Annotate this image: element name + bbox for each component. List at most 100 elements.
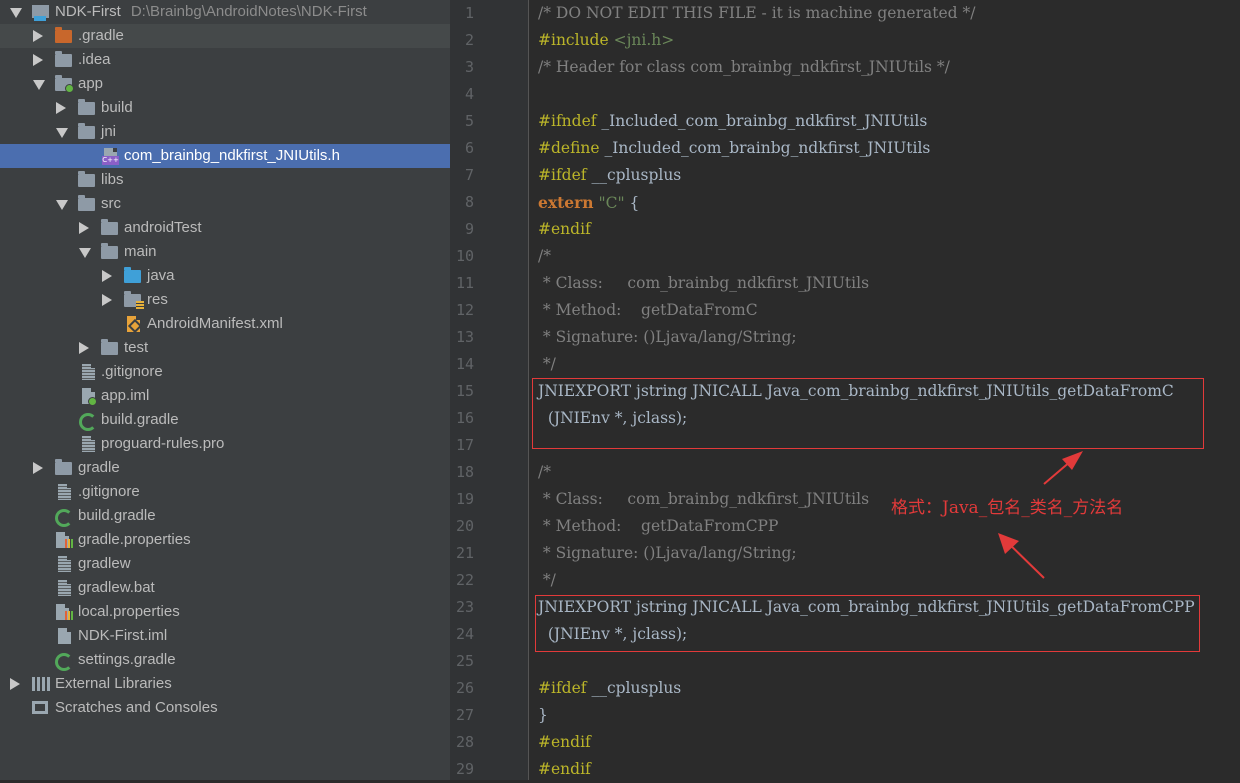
macro-name: _Included_com_brainbg_ndkfirst_JNIUtils — [599, 139, 931, 157]
code-line-24: (JNIEnv *, jclass); — [538, 625, 688, 643]
chevron-right-icon[interactable] — [56, 102, 66, 114]
line-number: 8 — [464, 193, 474, 211]
tree-item-app-iml[interactable]: app.iml — [0, 384, 450, 408]
tree-item-gradlew[interactable]: gradlew — [0, 552, 450, 576]
tree-item-main[interactable]: main — [0, 240, 450, 264]
line-number: 23 — [455, 598, 474, 616]
tree-item-gradlew-bat[interactable]: gradlew.bat — [0, 576, 450, 600]
line-number: 27 — [455, 706, 474, 724]
tree-item-label: src — [101, 195, 121, 212]
tree-item-build[interactable]: build — [0, 96, 450, 120]
chevron-right-icon[interactable] — [33, 462, 43, 474]
tree-item-label: main — [124, 243, 157, 260]
line-number: 20 — [455, 517, 474, 535]
tree-item-label: res — [147, 291, 168, 308]
chevron-right-icon[interactable] — [102, 294, 112, 306]
folder-icon — [78, 99, 95, 115]
tree-item-manifest[interactable]: AndroidManifest.xml — [0, 312, 450, 336]
folder-icon — [78, 171, 95, 187]
tree-item-project-root[interactable]: NDK-First D:\Brainbg\AndroidNotes\NDK-Fir… — [0, 0, 450, 24]
code-line-16: (JNIEnv *, jclass); — [538, 409, 688, 427]
tree-item-gradle-dir[interactable]: .gradle — [0, 24, 450, 48]
tree-item-gradle-properties[interactable]: gradle.properties — [0, 528, 450, 552]
tree-item-label: build.gradle — [78, 507, 156, 524]
tree-item-app-gitignore[interactable]: .gitignore — [0, 360, 450, 384]
line-number: 6 — [464, 139, 474, 157]
line-number: 24 — [455, 625, 474, 643]
code-line-14: */ — [538, 355, 556, 373]
chevron-down-icon[interactable] — [79, 248, 91, 258]
tree-item-label: AndroidManifest.xml — [147, 315, 283, 332]
line-number-gutter[interactable]: 1 2 3 4 5 6 7 8 9 10 11 12 13 14 15 16 17 18 19 20 21 22 23 24 2… — [450, 0, 529, 780]
tree-item-label: Scratches and Consoles — [55, 699, 218, 716]
tree-item-java[interactable]: java — [0, 264, 450, 288]
extern-keyword: extern — [538, 193, 594, 212]
code-line-13: * Signature: ()Ljava/lang/String; — [538, 328, 797, 346]
tree-item-jni-header[interactable]: com_brainbg_ndkfirst_JNIUtils.h — [0, 144, 450, 168]
macro-name: __cplusplus — [586, 166, 682, 184]
tree-item-proguard[interactable]: proguard-rules.pro — [0, 432, 450, 456]
code-line-23: JNIEXPORT jstring JNICALL Java_com_brain… — [538, 598, 1195, 616]
tree-item-local-properties[interactable]: local.properties — [0, 600, 450, 624]
chevron-right-icon[interactable] — [33, 30, 43, 42]
project-path: D:\Brainbg\AndroidNotes\NDK-First — [130, 3, 367, 20]
tree-item-gradle-folder[interactable]: gradle — [0, 456, 450, 480]
tree-item-libs[interactable]: libs — [0, 168, 450, 192]
line-number: 4 — [464, 85, 474, 103]
tree-item-label: .gitignore — [78, 483, 140, 500]
include-path: <jni.h> — [608, 31, 675, 49]
chevron-right-icon[interactable] — [79, 222, 89, 234]
chevron-down-icon[interactable] — [56, 200, 68, 210]
project-tree: NDK-First D:\Brainbg\AndroidNotes\NDK-Fir… — [0, 0, 450, 780]
folder-icon — [78, 123, 95, 139]
code-editor[interactable]: /* DO NOT EDIT THIS FILE - it is machine… — [529, 0, 1240, 780]
code-line-10: /* — [538, 247, 551, 265]
code-line-19: * Class: com_brainbg_ndkfirst_JNIUtils — [538, 490, 870, 508]
chevron-right-icon[interactable] — [10, 678, 20, 690]
gradle-icon — [79, 413, 97, 431]
line-number: 9 — [464, 220, 474, 238]
code-line-28: #endif — [538, 733, 591, 751]
tree-item-jni[interactable]: jni — [0, 120, 450, 144]
gradle-icon — [55, 653, 73, 671]
tree-item-label: app — [78, 75, 104, 92]
tree-item-root-iml[interactable]: NDK-First.iml — [0, 624, 450, 648]
tree-item-root-gitignore[interactable]: .gitignore — [0, 480, 450, 504]
code-line-5: #ifndef _Included_com_brainbg_ndkfirst_J… — [538, 108, 927, 135]
tree-item-label: jni — [101, 123, 117, 140]
tree-item-src[interactable]: src — [0, 192, 450, 216]
tree-item-test[interactable]: test — [0, 336, 450, 360]
tree-item-app[interactable]: app — [0, 72, 450, 96]
code-line-12: * Method: getDataFromC — [538, 301, 758, 319]
properties-file-icon — [56, 532, 73, 548]
line-number: 21 — [455, 544, 474, 562]
tree-item-res[interactable]: res — [0, 288, 450, 312]
code-line-6: #define _Included_com_brainbg_ndkfirst_J… — [538, 135, 930, 162]
code-line-29: #endif — [538, 760, 591, 778]
chevron-down-icon[interactable] — [33, 80, 45, 90]
tree-item-idea[interactable]: .idea — [0, 48, 450, 72]
tree-item-settings-gradle[interactable]: settings.gradle — [0, 648, 450, 672]
tree-item-label: java — [147, 267, 175, 284]
text-file-icon — [58, 580, 71, 596]
tree-item-root-build-gradle[interactable]: build.gradle — [0, 504, 450, 528]
tree-item-androidtest[interactable]: androidTest — [0, 216, 450, 240]
folder-icon — [101, 219, 118, 235]
line-number: 22 — [455, 571, 474, 589]
tree-item-external-libraries[interactable]: External Libraries — [0, 672, 450, 696]
tree-item-label: androidTest — [124, 219, 202, 236]
code-line-8: extern "C" { — [538, 189, 639, 216]
tree-item-scratches[interactable]: Scratches and Consoles — [0, 696, 450, 720]
preprocessor-keyword: #include — [538, 31, 609, 49]
tree-item-label: gradlew.bat — [78, 579, 155, 596]
libraries-icon — [32, 677, 50, 691]
scratches-icon — [32, 701, 48, 714]
tree-item-app-build-gradle[interactable]: build.gradle — [0, 408, 450, 432]
chevron-right-icon[interactable] — [102, 270, 112, 282]
chevron-down-icon[interactable] — [56, 128, 68, 138]
chevron-down-icon[interactable] — [10, 8, 22, 18]
chevron-right-icon[interactable] — [79, 342, 89, 354]
line-number: 25 — [455, 652, 474, 670]
chevron-right-icon[interactable] — [33, 54, 43, 66]
folder-icon — [78, 195, 95, 211]
